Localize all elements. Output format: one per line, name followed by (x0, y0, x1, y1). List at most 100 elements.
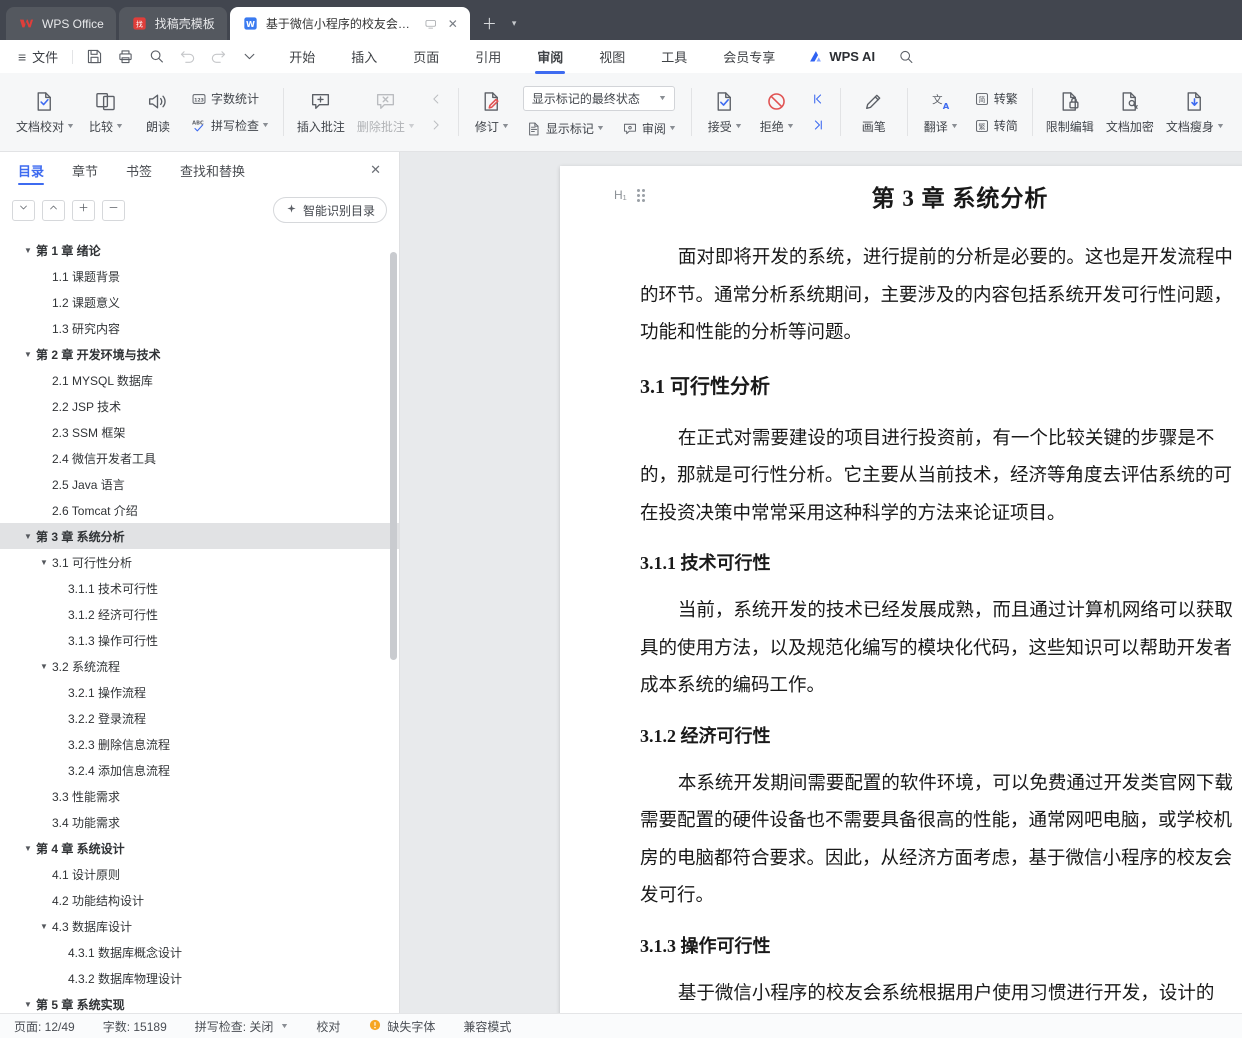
compare-button[interactable]: 比较 ▼ (81, 85, 131, 140)
toc-item[interactable]: ▼ 第 2 章 开发环境与技术 (0, 341, 399, 367)
word-count-button[interactable]: 123 字数统计 (188, 89, 272, 108)
to-traditional-button[interactable]: 简 转繁 (971, 89, 1021, 108)
proofread-button[interactable]: 文档校对 ▼ (11, 85, 79, 140)
review-mode-button[interactable]: 审阅 ▼ (619, 119, 679, 138)
collapse-triangle-icon[interactable]: ▼ (36, 662, 52, 671)
menu-item-工具[interactable]: 工具 (659, 39, 689, 74)
toc-item[interactable]: 2.2 JSP 技术 (0, 393, 399, 419)
collapse-triangle-icon[interactable]: ▼ (20, 844, 36, 853)
print-button[interactable] (116, 47, 135, 66)
toc-collapse-all-button[interactable] (12, 199, 35, 221)
prev-comment-button[interactable] (425, 90, 447, 108)
sidebar-tab-find-replace[interactable]: 查找和替换 (180, 152, 245, 188)
read-aloud-button[interactable]: 朗读 (133, 85, 183, 140)
accept-button[interactable]: 接受 ▼ (700, 85, 750, 140)
toc-expand-all-button[interactable] (42, 199, 65, 221)
heading-level-handle[interactable]: H₁ (614, 188, 627, 202)
sidebar-tab-bookmarks[interactable]: 书签 (126, 152, 152, 188)
collapse-triangle-icon[interactable]: ▼ (20, 246, 36, 255)
pen-button[interactable]: 画笔 (849, 85, 899, 140)
document-tab[interactable]: WPS Office (6, 7, 116, 40)
toc-item[interactable]: ▼ 第 4 章 系统设计 (0, 835, 399, 861)
toc-item[interactable]: 2.1 MYSQL 数据库 (0, 367, 399, 393)
toc-item[interactable]: 2.6 Tomcat 介绍 (0, 497, 399, 523)
drag-dots-icon[interactable] (636, 188, 640, 192)
toc-item[interactable]: 3.4 功能需求 (0, 809, 399, 835)
toc-item[interactable]: 3.1.3 操作可行性 (0, 627, 399, 653)
menu-item-引用[interactable]: 引用 (473, 39, 503, 74)
toc-item[interactable]: 3.3 性能需求 (0, 783, 399, 809)
toc-item[interactable]: ▼ 第 3 章 系统分析 (0, 523, 399, 549)
redo-button[interactable] (209, 47, 228, 66)
menu-item-开始[interactable]: 开始 (287, 39, 317, 74)
undo-button[interactable] (178, 47, 197, 66)
insert-comment-button[interactable]: 插入批注 (292, 85, 350, 140)
track-changes-button[interactable]: 修订 ▼ (467, 85, 517, 140)
toc-item[interactable]: 4.3.2 数据库物理设计 (0, 965, 399, 991)
toc-item[interactable]: 4.1 设计原则 (0, 861, 399, 887)
smart-toc-button[interactable]: 智能识别目录 (272, 197, 387, 223)
tab-close-icon[interactable]: ✕ (448, 17, 458, 31)
collapse-triangle-icon[interactable]: ▼ (20, 1000, 36, 1009)
show-markup-button[interactable]: 显示标记 ▼ (523, 119, 607, 138)
wps-ai-button[interactable]: WPS AI (807, 48, 875, 65)
translate-button[interactable]: 文 A 翻译 ▼ (916, 85, 966, 140)
menu-item-审阅[interactable]: 审阅 (535, 39, 565, 74)
toc-item[interactable]: 1.1 课题背景 (0, 263, 399, 289)
menu-item-插入[interactable]: 插入 (349, 39, 379, 74)
toc-item[interactable]: 1.3 研究内容 (0, 315, 399, 341)
to-simplified-button[interactable]: 繁 转简 (971, 116, 1021, 135)
toc-item[interactable]: 3.2.2 登录流程 (0, 705, 399, 731)
missing-fonts-button[interactable]: 缺失字体 (368, 1018, 435, 1035)
sidebar-tab-chapters[interactable]: 章节 (72, 152, 98, 188)
reject-button[interactable]: 拒绝 ▼ (752, 85, 802, 140)
toc-item[interactable]: 3.1.2 经济可行性 (0, 601, 399, 627)
markup-state-select[interactable]: 显示标记的最终状态 ▼ (522, 86, 675, 111)
collapse-triangle-icon[interactable]: ▼ (20, 350, 36, 359)
search-icon[interactable] (897, 48, 915, 66)
toc-item[interactable]: 1.2 课题意义 (0, 289, 399, 315)
toc-item[interactable]: 2.4 微信开发者工具 (0, 445, 399, 471)
toc-item[interactable]: ▼ 3.1 可行性分析 (0, 549, 399, 575)
menu-item-页面[interactable]: 页面 (411, 39, 441, 74)
toc-item[interactable]: ▼ 4.3 数据库设计 (0, 913, 399, 939)
toc-item[interactable]: 4.3.1 数据库概念设计 (0, 939, 399, 965)
compat-mode-indicator[interactable]: 兼容模式 (463, 1018, 511, 1035)
toc-item[interactable]: 2.3 SSM 框架 (0, 419, 399, 445)
spellcheck-toggle[interactable]: 拼写检查: 关闭 ▼ (195, 1018, 290, 1035)
toc-item[interactable]: 3.2.3 删除信息流程 (0, 731, 399, 757)
tab-list-chevron-icon[interactable]: ▾ (506, 7, 523, 40)
toc-item[interactable]: 2.5 Java 语言 (0, 471, 399, 497)
toc-item[interactable]: 3.1.1 技术可行性 (0, 575, 399, 601)
sidebar-tab-toc[interactable]: 目录 (18, 152, 45, 188)
word-count-indicator[interactable]: 字数: 15189 (103, 1018, 167, 1035)
menu-item-视图[interactable]: 视图 (597, 39, 627, 74)
toc-item[interactable]: ▼ 第 5 章 系统实现 (0, 991, 399, 1013)
toc-item[interactable]: ▼ 3.2 系统流程 (0, 653, 399, 679)
collapse-triangle-icon[interactable]: ▼ (20, 532, 36, 541)
spellcheck-button[interactable]: ABC 拼写检查 ▼ (188, 116, 272, 135)
document-page[interactable]: H₁ 第 3 章 系统分析 面对即将开发的系统，进行提前的分析是必要的。这也是开… (560, 166, 1242, 1013)
page-indicator[interactable]: 页面: 12/49 (14, 1018, 75, 1035)
prev-change-button[interactable] (807, 90, 829, 108)
toc-item[interactable]: 3.2.4 添加信息流程 (0, 757, 399, 783)
next-comment-button[interactable] (425, 116, 447, 134)
print-preview-button[interactable] (147, 47, 166, 66)
collapse-triangle-icon[interactable]: ▼ (36, 558, 52, 567)
delete-comment-button[interactable]: 删除批注 ▼ (352, 85, 420, 140)
sidebar-scrollbar-thumb[interactable] (390, 252, 397, 660)
file-menu-button[interactable]: ≡ 文件 (10, 47, 66, 66)
menu-item-会员专享[interactable]: 会员专享 (721, 39, 777, 74)
save-button[interactable] (85, 47, 104, 66)
toc-collapse-level-button[interactable] (102, 199, 125, 221)
encrypt-button[interactable]: 文档加密 (1101, 85, 1159, 140)
new-tab-button[interactable]: ＋ (473, 7, 506, 40)
quickbar-more-button[interactable] (240, 47, 259, 66)
document-tab[interactable]: 找 找稿壳模板 (118, 7, 227, 40)
document-tab[interactable]: W 基于微信小程序的校友会系统 ✕ (229, 7, 470, 40)
doc-slim-button[interactable]: 文档瘦身 ▼ (1161, 85, 1229, 140)
toc-item[interactable]: 3.2.1 操作流程 (0, 679, 399, 705)
toc-expand-level-button[interactable] (72, 199, 95, 221)
paragraph-drag-handles[interactable]: H₁ (614, 188, 640, 202)
proofread-status-button[interactable]: 校对 (316, 1018, 340, 1035)
